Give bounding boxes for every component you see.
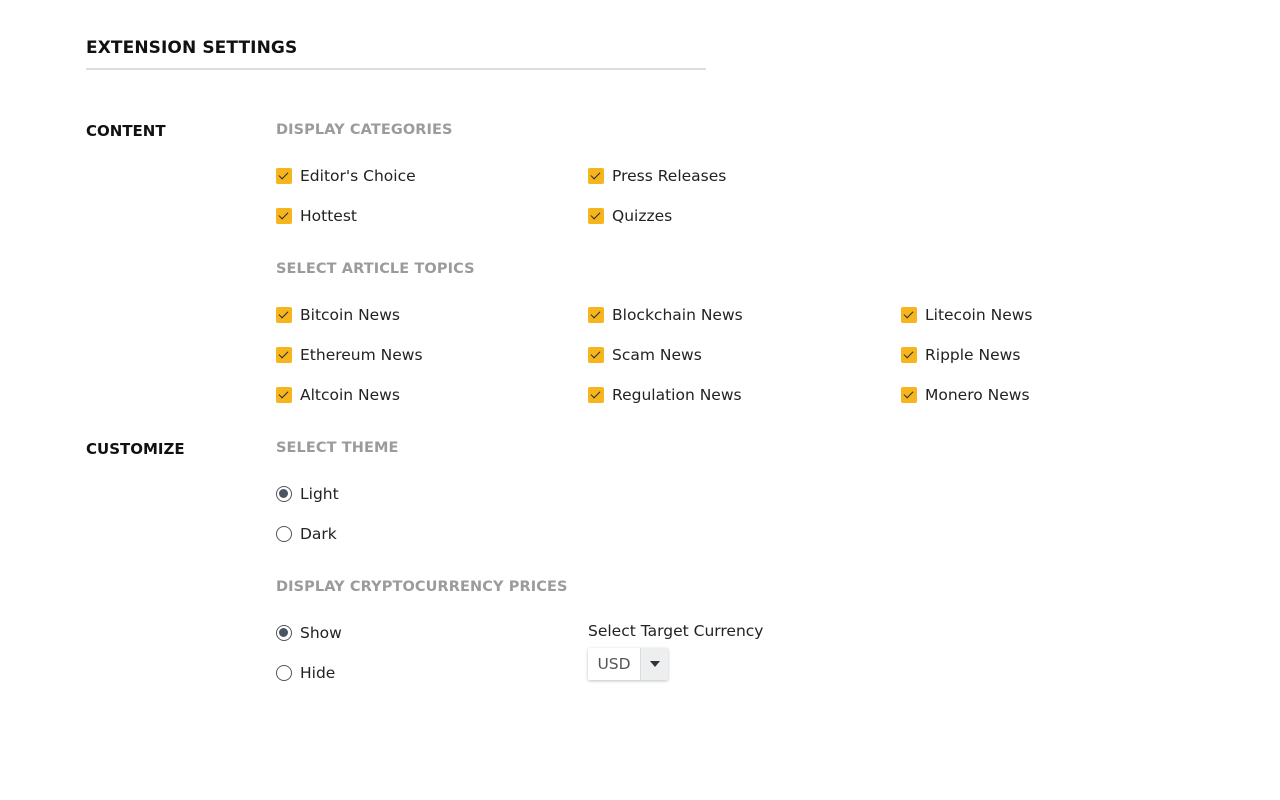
- checkbox-label: Ethereum News: [300, 346, 423, 364]
- radio-label: Light: [300, 485, 339, 503]
- radio-theme-dark[interactable]: Dark: [276, 522, 337, 546]
- checkbox-monero-news[interactable]: Monero News: [901, 383, 1030, 407]
- checkbox-checked-icon[interactable]: [588, 208, 604, 224]
- checkbox-hottest[interactable]: Hottest: [276, 204, 357, 228]
- page-title: EXTENSION SETTINGS: [86, 38, 298, 58]
- radio-prices-show[interactable]: Show: [276, 621, 342, 645]
- radio-prices-hide[interactable]: Hide: [276, 661, 335, 685]
- checkbox-checked-icon[interactable]: [276, 208, 292, 224]
- checkbox-label: Monero News: [925, 386, 1030, 404]
- target-currency-select[interactable]: USD: [588, 648, 668, 680]
- radio-selected-icon[interactable]: [276, 625, 292, 641]
- checkbox-label: Litecoin News: [925, 306, 1033, 324]
- radio-selected-icon[interactable]: [276, 486, 292, 502]
- checkbox-regulation-news[interactable]: Regulation News: [588, 383, 742, 407]
- select-theme-heading: SELECT THEME: [276, 440, 399, 456]
- checkbox-ethereum-news[interactable]: Ethereum News: [276, 343, 423, 367]
- target-currency-label: Select Target Currency: [588, 622, 764, 640]
- checkbox-checked-icon[interactable]: [276, 307, 292, 323]
- display-categories-heading: DISPLAY CATEGORIES: [276, 122, 453, 138]
- checkbox-press-releases[interactable]: Press Releases: [588, 164, 726, 188]
- checkbox-label: Bitcoin News: [300, 306, 400, 324]
- checkbox-checked-icon[interactable]: [901, 307, 917, 323]
- settings-page: EXTENSION SETTINGS CONTENT DISPLAY CATEG…: [0, 0, 1280, 800]
- currency-selected-value: USD: [597, 655, 631, 673]
- radio-unselected-icon[interactable]: [276, 665, 292, 681]
- checkbox-checked-icon[interactable]: [276, 168, 292, 184]
- radio-theme-light[interactable]: Light: [276, 482, 339, 506]
- checkbox-checked-icon[interactable]: [588, 347, 604, 363]
- checkbox-label: Blockchain News: [612, 306, 743, 324]
- radio-label: Dark: [300, 525, 337, 543]
- checkbox-ripple-news[interactable]: Ripple News: [901, 343, 1020, 367]
- section-label-content: CONTENT: [86, 122, 166, 140]
- checkbox-bitcoin-news[interactable]: Bitcoin News: [276, 303, 400, 327]
- checkbox-checked-icon[interactable]: [588, 307, 604, 323]
- checkbox-label: Regulation News: [612, 386, 742, 404]
- checkbox-label: Ripple News: [925, 346, 1021, 364]
- radio-unselected-icon[interactable]: [276, 526, 292, 542]
- title-divider: [86, 68, 706, 70]
- checkbox-checked-icon[interactable]: [276, 387, 292, 403]
- article-topics-heading: SELECT ARTICLE TOPICS: [276, 261, 475, 277]
- checkbox-altcoin-news[interactable]: Altcoin News: [276, 383, 400, 407]
- checkbox-label: Hottest: [300, 207, 357, 225]
- checkbox-label: Altcoin News: [300, 386, 400, 404]
- checkbox-label: Editor's Choice: [300, 167, 416, 185]
- checkbox-litecoin-news[interactable]: Litecoin News: [901, 303, 1033, 327]
- checkbox-quizzes[interactable]: Quizzes: [588, 204, 672, 228]
- checkbox-checked-icon[interactable]: [588, 168, 604, 184]
- checkbox-editors-choice[interactable]: Editor's Choice: [276, 164, 416, 188]
- checkbox-checked-icon[interactable]: [901, 387, 917, 403]
- section-label-customize: CUSTOMIZE: [86, 440, 185, 458]
- checkbox-label: Quizzes: [612, 207, 673, 225]
- checkbox-label: Press Releases: [612, 167, 727, 185]
- checkbox-label: Scam News: [612, 346, 702, 364]
- checkbox-blockchain-news[interactable]: Blockchain News: [588, 303, 743, 327]
- dropdown-toggle[interactable]: [640, 648, 668, 680]
- radio-label: Hide: [300, 664, 336, 682]
- checkbox-checked-icon[interactable]: [276, 347, 292, 363]
- checkbox-scam-news[interactable]: Scam News: [588, 343, 702, 367]
- checkbox-checked-icon[interactable]: [588, 387, 604, 403]
- radio-label: Show: [300, 624, 342, 642]
- checkbox-checked-icon[interactable]: [901, 347, 917, 363]
- caret-down-icon: [649, 661, 660, 667]
- display-prices-heading: DISPLAY CRYPTOCURRENCY PRICES: [276, 579, 568, 595]
